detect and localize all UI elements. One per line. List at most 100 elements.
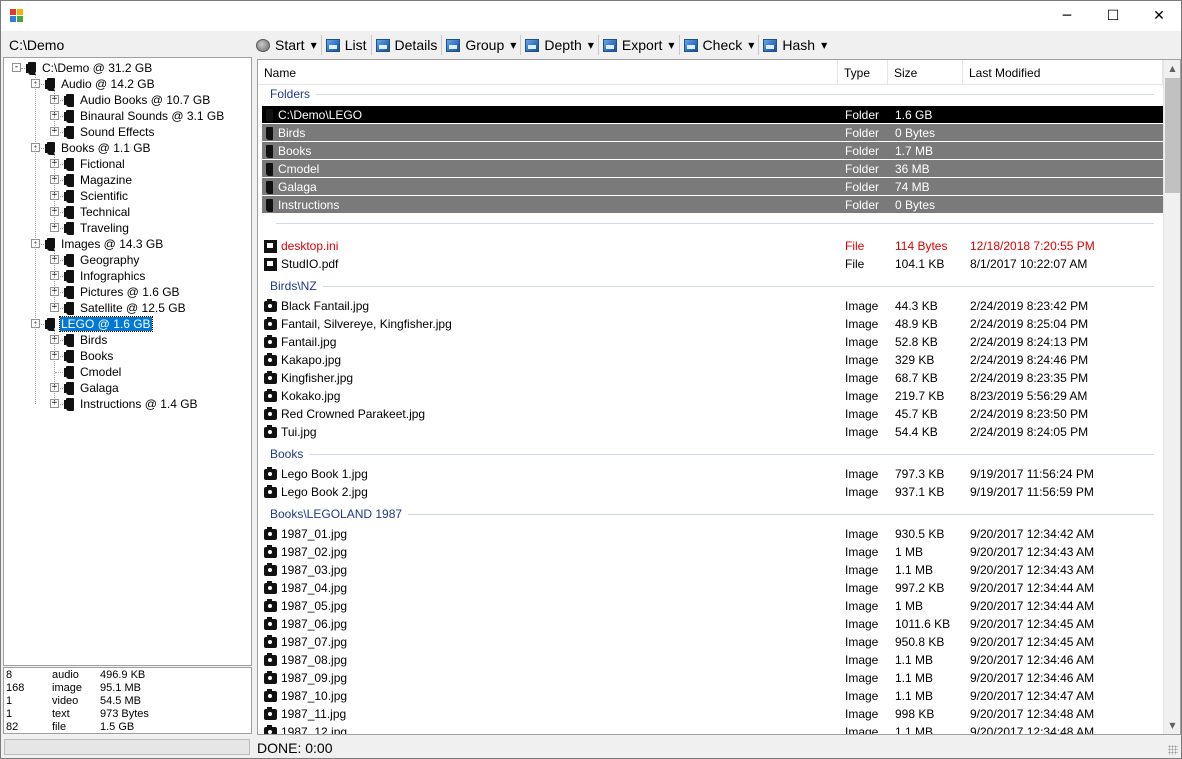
list-item[interactable]: 1987_11.jpg Image 998 KB 9/20/2017 12:34:48… bbox=[262, 705, 1164, 723]
cell-modified: 12/18/2018 7:20:55 PM bbox=[970, 239, 1095, 253]
list-item[interactable]: 1987_12.jpg Image 1.1 MB 9/20/2017 12:34:48… bbox=[262, 723, 1164, 734]
resize-grip-icon[interactable] bbox=[1168, 745, 1178, 755]
toolbar-button-export[interactable]: Export ▼ bbox=[600, 34, 678, 56]
list-item[interactable]: 1987_01.jpg Image 930.5 KB 9/20/2017 12:34:… bbox=[262, 525, 1164, 543]
camera-icon bbox=[264, 580, 277, 594]
group-header[interactable]: Folders bbox=[270, 86, 1154, 102]
list-item[interactable]: StudIO.pdf File 104.1 KB 8/1/2017 10:22:07 … bbox=[262, 255, 1164, 273]
tree-node[interactable]: Infographics bbox=[64, 268, 146, 284]
tree-node-label: Instructions @ 1.4 GB bbox=[80, 397, 198, 411]
list-item[interactable]: Fantail.jpg Image 52.8 KB 2/24/2019 8:24:13… bbox=[262, 333, 1164, 351]
cell-type: Image bbox=[845, 689, 879, 703]
vertical-scrollbar[interactable]: ▲ ▼ bbox=[1163, 60, 1180, 734]
tree-node[interactable]: LEGO @ 1.6 GB bbox=[45, 316, 153, 332]
toolbar-button-details[interactable]: Details bbox=[373, 34, 441, 56]
dropdown-arrow-icon[interactable]: ▼ bbox=[748, 41, 754, 50]
dropdown-arrow-icon[interactable]: ▼ bbox=[311, 41, 317, 50]
list-item[interactable]: Instructions Folder 0 Bytes bbox=[262, 196, 1164, 213]
file-name: Lego Book 2.jpg bbox=[281, 485, 368, 499]
scroll-thumb[interactable] bbox=[1165, 78, 1180, 193]
tree-node[interactable]: Books bbox=[64, 348, 114, 364]
list-item[interactable]: 1987_04.jpg Image 997.2 KB 9/20/2017 12:34:… bbox=[262, 579, 1164, 597]
list-item[interactable]: C:\Demo\LEGO Folder 1.6 GB bbox=[262, 106, 1164, 123]
tree-node[interactable]: Audio Books @ 10.7 GB bbox=[64, 92, 211, 108]
tree-node[interactable]: Instructions @ 1.4 GB bbox=[64, 396, 199, 412]
tree-node[interactable]: Binaural Sounds @ 3.1 GB bbox=[64, 108, 225, 124]
list-item[interactable]: desktop.ini File 114 Bytes 12/18/2018 7:20:… bbox=[262, 237, 1164, 255]
dropdown-arrow-icon[interactable]: ▼ bbox=[588, 41, 594, 50]
tree-node[interactable]: Pictures @ 1.6 GB bbox=[64, 284, 181, 300]
list-item[interactable]: Tui.jpg Image 54.4 KB 2/24/2019 8:24:05 PM bbox=[262, 423, 1164, 441]
minimize-button[interactable]: ─ bbox=[1044, 1, 1090, 31]
group-divider bbox=[276, 222, 1154, 224]
group-header[interactable]: Books\LEGOLAND 1987 bbox=[270, 506, 1154, 522]
column-header-size[interactable]: Size bbox=[888, 60, 963, 85]
tree-node[interactable]: C:\Demo @ 31.2 GB bbox=[26, 60, 153, 76]
tree-node[interactable]: Books @ 1.1 GB bbox=[45, 140, 152, 156]
group-header[interactable]: Books bbox=[270, 446, 1154, 462]
tree-node[interactable]: Images @ 14.3 GB bbox=[45, 236, 164, 252]
column-header-type[interactable]: Type bbox=[838, 60, 888, 85]
list-item[interactable]: Galaga Folder 74 MB bbox=[262, 178, 1164, 195]
list-item[interactable]: 1987_05.jpg Image 1 MB 9/20/2017 12:34:44 A… bbox=[262, 597, 1164, 615]
list-item[interactable]: Cmodel Folder 36 MB bbox=[262, 160, 1164, 177]
dropdown-arrow-icon[interactable]: ▼ bbox=[821, 41, 827, 50]
stat-type: image bbox=[52, 682, 82, 694]
maximize-button[interactable]: ☐ bbox=[1090, 1, 1136, 31]
file-list-view[interactable]: Name Type Size Last Modified Folders C:\D… bbox=[257, 59, 1181, 735]
stat-count: 8 bbox=[6, 669, 13, 681]
scroll-down-icon[interactable]: ▼ bbox=[1164, 717, 1180, 734]
list-item[interactable]: Books Folder 1.7 MB bbox=[262, 142, 1164, 159]
tree-node[interactable]: Technical bbox=[64, 204, 131, 220]
toolbar-separator bbox=[758, 35, 760, 55]
tree-node[interactable]: Birds bbox=[64, 332, 108, 348]
tree-node[interactable]: Magazine bbox=[64, 172, 133, 188]
column-header-name[interactable]: Name bbox=[258, 60, 838, 85]
list-item[interactable]: Birds Folder 0 Bytes bbox=[262, 124, 1164, 141]
group-header[interactable]: Birds\NZ bbox=[270, 278, 1154, 294]
camera-icon bbox=[264, 634, 277, 648]
toolbar-button-check[interactable]: Check ▼ bbox=[681, 34, 758, 56]
list-item[interactable]: Kingfisher.jpg Image 68.7 KB 2/24/2019 8:23… bbox=[262, 369, 1164, 387]
app-icon[interactable] bbox=[10, 9, 24, 23]
list-item[interactable]: 1987_03.jpg Image 1.1 MB 9/20/2017 12:34:43… bbox=[262, 561, 1164, 579]
list-item[interactable]: Black Fantail.jpg Image 44.3 KB 2/24/2019 8… bbox=[262, 297, 1164, 315]
tree-node[interactable]: Galaga bbox=[64, 380, 120, 396]
dropdown-arrow-icon[interactable]: ▼ bbox=[668, 41, 674, 50]
list-item[interactable]: 1987_10.jpg Image 1.1 MB 9/20/2017 12:34:47… bbox=[262, 687, 1164, 705]
scroll-up-icon[interactable]: ▲ bbox=[1164, 60, 1180, 77]
folder-icon bbox=[266, 126, 273, 140]
tree-node[interactable]: Satellite @ 12.5 GB bbox=[64, 300, 187, 316]
toolbar-button-hash[interactable]: Hash ▼ bbox=[760, 34, 830, 56]
toolbar-button-group[interactable]: Group ▼ bbox=[443, 34, 519, 56]
tree-node[interactable]: Scientific bbox=[64, 188, 129, 204]
tree-connector bbox=[35, 72, 36, 404]
list-item[interactable]: 1987_06.jpg Image 1011.6 KB 9/20/2017 12:34… bbox=[262, 615, 1164, 633]
tree-node[interactable]: Geography bbox=[64, 252, 140, 268]
list-item[interactable]: Lego Book 2.jpg Image 937.1 KB 9/19/2017 11… bbox=[262, 483, 1164, 501]
tree-node[interactable]: Traveling bbox=[64, 220, 130, 236]
column-header-last-modified[interactable]: Last Modified bbox=[963, 60, 1163, 85]
list-item[interactable]: 1987_07.jpg Image 950.8 KB 9/20/2017 12:34:… bbox=[262, 633, 1164, 651]
tree-node[interactable]: Audio @ 14.2 GB bbox=[45, 76, 156, 92]
dropdown-arrow-icon[interactable]: ▼ bbox=[510, 41, 516, 50]
close-button[interactable]: ✕ bbox=[1136, 1, 1182, 31]
toolbar-button-list[interactable]: List bbox=[323, 34, 370, 56]
tree-node[interactable]: Sound Effects bbox=[64, 124, 156, 140]
stat-row: 168 image 95.1 MB bbox=[6, 682, 141, 695]
list-item[interactable]: Kokako.jpg Image 219.7 KB 8/23/2019 5:56:29… bbox=[262, 387, 1164, 405]
tree-node[interactable]: Cmodel bbox=[64, 364, 122, 380]
tree-expander-icon[interactable]: - bbox=[12, 63, 21, 72]
list-item[interactable]: Kakapo.jpg Image 329 KB 2/24/2019 8:24:46 P… bbox=[262, 351, 1164, 369]
list-item[interactable]: 1987_08.jpg Image 1.1 MB 9/20/2017 12:34:46… bbox=[262, 651, 1164, 669]
list-item[interactable]: Lego Book 1.jpg Image 797.3 KB 9/19/2017 11… bbox=[262, 465, 1164, 483]
list-item[interactable]: 1987_02.jpg Image 1 MB 9/20/2017 12:34:43 A… bbox=[262, 543, 1164, 561]
folder-tree[interactable]: - C:\Demo @ 31.2 GB - Audio @ 14.2 GB + Audio… bbox=[3, 57, 252, 666]
list-item[interactable]: Red Crowned Parakeet.jpg Image 45.7 KB 2/24… bbox=[262, 405, 1164, 423]
toolbar-button-start[interactable]: Start ▼ bbox=[253, 34, 320, 56]
toolbar-button-depth[interactable]: Depth ▼ bbox=[522, 34, 597, 56]
tree-node[interactable]: Fictional bbox=[64, 156, 126, 172]
list-item[interactable]: 1987_09.jpg Image 1.1 MB 9/20/2017 12:34:46… bbox=[262, 669, 1164, 687]
cell-type: Image bbox=[845, 317, 879, 331]
list-item[interactable]: Fantail, Silvereye, Kingfisher.jpg Image 4… bbox=[262, 315, 1164, 333]
